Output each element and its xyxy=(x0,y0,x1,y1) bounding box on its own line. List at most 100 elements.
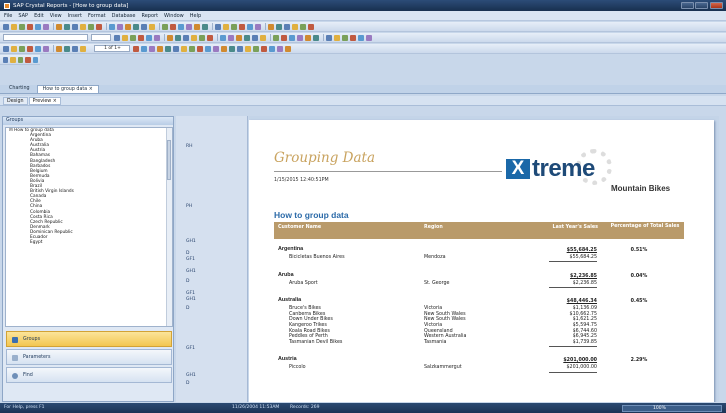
tree-scrollbar[interactable] xyxy=(166,128,172,326)
export-icon[interactable] xyxy=(149,23,155,30)
underline-icon[interactable] xyxy=(289,34,295,41)
last-page-icon[interactable] xyxy=(205,45,211,52)
save-icon[interactable] xyxy=(19,23,25,30)
menu-sap[interactable]: SAP xyxy=(18,13,28,19)
menu-help[interactable]: Help xyxy=(190,13,201,19)
preview-icon[interactable] xyxy=(247,23,253,30)
tree-item[interactable]: Egypt xyxy=(6,240,172,245)
font-color-icon[interactable] xyxy=(244,34,250,41)
font-size-combo[interactable] xyxy=(91,34,111,41)
underline-icon[interactable] xyxy=(130,34,136,41)
bold-icon[interactable] xyxy=(114,34,120,41)
align-right-icon[interactable] xyxy=(313,34,319,41)
tab-design[interactable]: Design xyxy=(3,96,28,105)
minimize-button[interactable] xyxy=(681,2,694,9)
new-icon[interactable] xyxy=(215,23,221,30)
redo-icon[interactable] xyxy=(300,23,306,30)
zoom-icon[interactable] xyxy=(221,45,227,52)
stop-icon[interactable] xyxy=(149,45,155,52)
align-left-icon[interactable] xyxy=(138,34,144,41)
border-icon[interactable] xyxy=(334,34,340,41)
align-right-icon[interactable] xyxy=(154,34,160,41)
group-icon[interactable] xyxy=(56,45,62,52)
format-icon[interactable] xyxy=(260,34,266,41)
cut-icon[interactable] xyxy=(162,23,168,30)
align-right-icon[interactable] xyxy=(236,34,242,41)
menu-view[interactable]: View xyxy=(50,13,62,19)
paste-icon[interactable] xyxy=(72,23,78,30)
stop-icon[interactable] xyxy=(213,45,219,52)
border-icon[interactable] xyxy=(252,34,258,41)
save-icon[interactable] xyxy=(231,23,237,30)
workbench-icon[interactable] xyxy=(25,56,31,63)
font-color-icon[interactable] xyxy=(167,34,173,41)
new-icon[interactable] xyxy=(3,23,9,30)
field-explorer-icon[interactable] xyxy=(3,56,9,63)
formula-icon[interactable] xyxy=(173,45,179,52)
open-icon[interactable] xyxy=(223,23,229,30)
cut-icon[interactable] xyxy=(268,23,274,30)
chart-icon[interactable] xyxy=(80,45,86,52)
open-icon[interactable] xyxy=(11,23,17,30)
groups-nav-button[interactable]: Groups xyxy=(6,331,172,347)
copy-icon[interactable] xyxy=(276,23,282,30)
maximize-button[interactable] xyxy=(695,2,708,9)
repository-icon[interactable] xyxy=(17,56,24,63)
bold-icon[interactable] xyxy=(191,34,197,41)
formula-icon[interactable] xyxy=(237,45,243,52)
italic-icon[interactable] xyxy=(281,34,287,41)
underline-icon[interactable] xyxy=(207,34,213,41)
redo-icon[interactable] xyxy=(194,23,200,30)
format-icon[interactable] xyxy=(342,34,348,41)
menu-window[interactable]: Window xyxy=(164,13,184,19)
undo-icon[interactable] xyxy=(186,23,192,30)
border-icon[interactable] xyxy=(175,34,181,41)
paste-icon[interactable] xyxy=(284,23,290,30)
menu-edit[interactable]: Edit xyxy=(34,13,44,19)
underline-icon[interactable] xyxy=(366,34,372,41)
zoom-icon[interactable] xyxy=(285,45,291,52)
bold-icon[interactable] xyxy=(350,34,356,41)
export-icon[interactable] xyxy=(255,23,261,30)
refresh-icon[interactable] xyxy=(96,23,102,30)
section-icon[interactable] xyxy=(3,45,9,52)
tab-preview[interactable]: Preview × xyxy=(28,96,61,105)
insert-icon[interactable] xyxy=(72,45,78,52)
report-explorer-icon[interactable] xyxy=(10,56,16,63)
menu-report[interactable]: Report xyxy=(141,13,158,19)
align-center-icon[interactable] xyxy=(228,34,234,41)
refresh-icon[interactable] xyxy=(308,23,314,30)
sort-icon[interactable] xyxy=(64,45,70,52)
last-page-icon[interactable] xyxy=(141,45,147,52)
next-page-icon[interactable] xyxy=(197,45,203,52)
page-number-field[interactable]: 1 of 1+ xyxy=(94,45,130,52)
menu-insert[interactable]: Insert xyxy=(68,13,82,19)
parameters-nav-button[interactable]: Parameters xyxy=(6,349,172,365)
record-sort-icon[interactable] xyxy=(253,45,259,52)
find-nav-button[interactable]: Find xyxy=(6,367,172,383)
copy-icon[interactable] xyxy=(170,23,176,30)
field-icon[interactable] xyxy=(229,45,235,52)
print-icon[interactable] xyxy=(27,23,33,30)
print-icon[interactable] xyxy=(239,23,245,30)
open-icon[interactable] xyxy=(117,23,123,30)
menu-format[interactable]: Format xyxy=(88,13,106,19)
field-icon[interactable] xyxy=(165,45,171,52)
group-icon[interactable] xyxy=(11,45,17,52)
dependency-icon[interactable] xyxy=(32,56,39,63)
tab-charting[interactable]: Charting xyxy=(4,85,35,93)
menu-database[interactable]: Database xyxy=(112,13,136,19)
close-tab-icon[interactable]: × xyxy=(89,87,93,92)
italic-icon[interactable] xyxy=(358,34,364,41)
new-icon[interactable] xyxy=(109,23,115,30)
print-icon[interactable] xyxy=(133,23,139,30)
format-icon[interactable] xyxy=(183,34,189,41)
insert-icon[interactable] xyxy=(27,45,33,52)
record-sort-icon[interactable] xyxy=(189,45,195,52)
zoom-icon[interactable] xyxy=(157,45,163,52)
stop-icon[interactable] xyxy=(277,45,283,52)
align-center-icon[interactable] xyxy=(146,34,152,41)
italic-icon[interactable] xyxy=(122,34,128,41)
close-tab-icon[interactable]: × xyxy=(53,99,57,104)
align-left-icon[interactable] xyxy=(220,34,226,41)
